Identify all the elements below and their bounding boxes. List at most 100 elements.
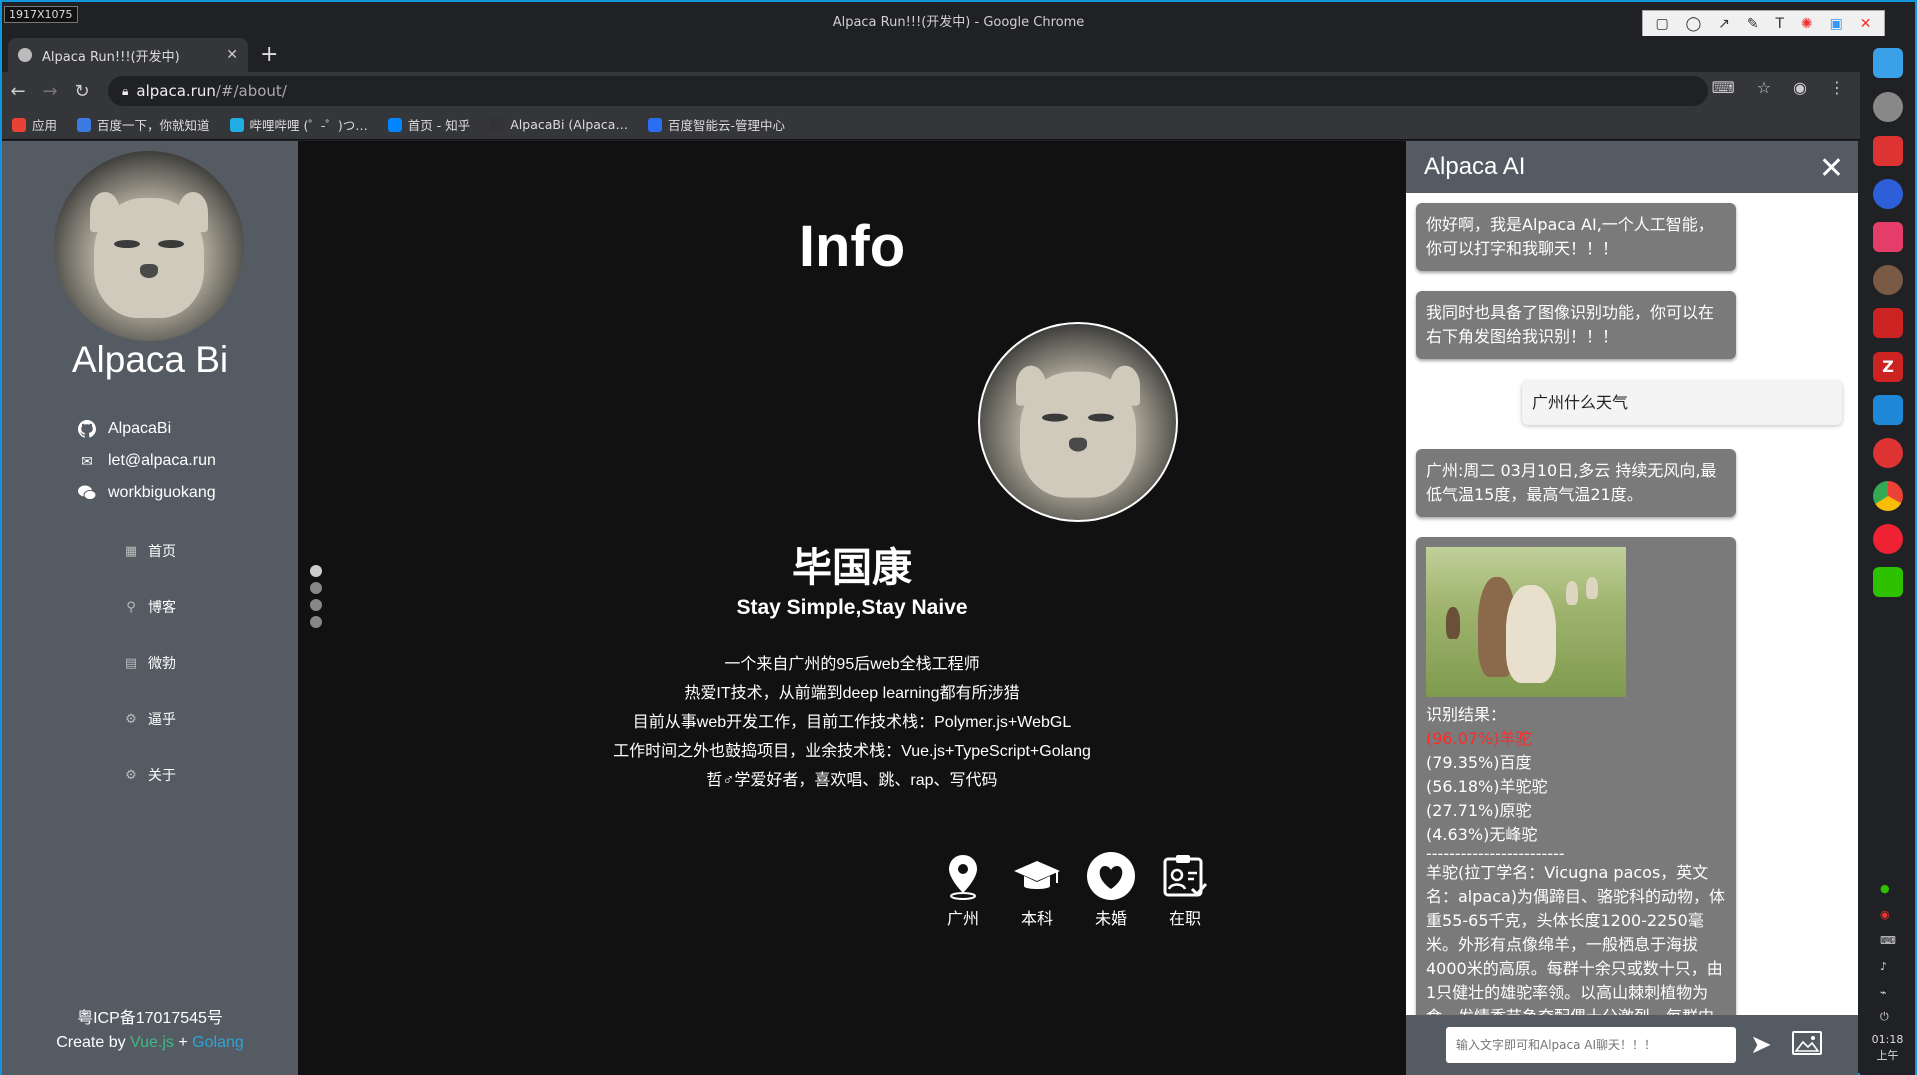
- network-icon[interactable]: ⌁: [1880, 986, 1896, 999]
- uploaded-alpaca-image[interactable]: [1426, 547, 1626, 697]
- volume-icon[interactable]: ♪: [1880, 960, 1896, 973]
- tray-music-icon[interactable]: ◉: [1880, 908, 1896, 921]
- tag-education: 本科: [1012, 851, 1062, 929]
- bookmarks-bar: 应用 百度一下，你就知道 哔哩哔哩 (゜-゜)つ… 首页 - 知乎 AlpacaBi (…: [2, 110, 1915, 140]
- filezilla-icon[interactable]: Z: [1873, 352, 1903, 382]
- menu-kebab-icon[interactable]: ⋮: [1829, 78, 1845, 97]
- chat-input[interactable]: [1446, 1027, 1736, 1063]
- wechat-app-icon[interactable]: [1873, 567, 1903, 597]
- sidebar-item-label: 逼乎: [148, 712, 176, 728]
- tab-close-icon[interactable]: ✕: [226, 47, 238, 63]
- address-bar: ← → ↻ 🔒︎ alpaca.run/#/about/ ⌨ ☆ ◉ ⋮: [2, 72, 1915, 110]
- power-icon[interactable]: ⏻: [1880, 1010, 1896, 1023]
- store-icon[interactable]: [1873, 48, 1903, 78]
- sidebar-item-blog[interactable]: ⚲ 博客: [124, 579, 176, 635]
- window-title: Alpaca Run!!!(开发中) - Google Chrome: [832, 15, 1085, 30]
- gear-icon: ⚙: [125, 711, 137, 727]
- steam-icon[interactable]: [1873, 92, 1903, 122]
- save-tool-icon[interactable]: ▣: [1830, 16, 1843, 32]
- bookmark-icon: [229, 117, 244, 132]
- screenshot-icon[interactable]: [1873, 222, 1903, 252]
- screenshot-toolbar: ▢ ◯ ↗ ✎ T ✺ ▣ ✕: [1642, 10, 1885, 38]
- graduation-cap-icon: [1014, 861, 1060, 889]
- bookmark-icon: [490, 117, 505, 132]
- vue-link[interactable]: Vue.js: [130, 1034, 174, 1051]
- icp-text[interactable]: 粤ICP备17017545号: [2, 1007, 298, 1031]
- contact-github[interactable]: AlpacaBi: [78, 413, 216, 445]
- document-icon: ▤: [124, 655, 138, 671]
- bookmark-item[interactable]: 首页 - 知乎: [387, 115, 470, 134]
- avatar: [54, 151, 244, 341]
- bookmark-label: AlpacaBi (Alpaca…: [510, 117, 628, 132]
- bookmark-label: 百度一下，你就知道: [97, 118, 210, 133]
- chat-message-bot: 你好啊，我是Alpaca AI,一个人工智能，你可以打字和我聊天！！！: [1416, 203, 1736, 271]
- sidebar-item-about[interactable]: ⚙ 关于: [124, 747, 176, 803]
- system-dock: Z ● ◉ ⌨ ♪ ⌁ ⏻ 01:18 上午: [1860, 36, 1915, 1075]
- send-icon[interactable]: ➤: [1750, 1030, 1772, 1060]
- translate-icon[interactable]: ⌨: [1712, 78, 1735, 97]
- settings-icon[interactable]: [1873, 524, 1903, 554]
- bookmark-item[interactable]: AlpacaBi (Alpaca…: [490, 117, 628, 132]
- recognition-separator: ------------------------: [1426, 847, 1565, 861]
- monitor-icon[interactable]: [1873, 179, 1903, 209]
- forward-icon[interactable]: →: [34, 81, 66, 102]
- sidebar-item-label: 首页: [148, 544, 176, 560]
- profile-bio: 一个来自广州的95后web全栈工程师 热爱IT技术，从前端到deep learn…: [298, 650, 1406, 795]
- terminal-icon[interactable]: [1873, 136, 1903, 166]
- sidebar-item-zhihu[interactable]: ⚙ 逼乎: [124, 691, 176, 747]
- mosaic-tool-icon[interactable]: ✺: [1801, 16, 1813, 32]
- bio-line: 热爱IT技术，从前端到deep learning都有所涉猎: [684, 685, 1020, 702]
- tray-wechat-icon[interactable]: ●: [1880, 882, 1896, 895]
- contact-list: AlpacaBi ✉ let@alpaca.run workbiguokang: [78, 413, 216, 509]
- sidebar-item-label: 博客: [148, 600, 176, 616]
- chat-messages[interactable]: 你好啊，我是Alpaca AI,一个人工智能，你可以打字和我聊天！！！ 我同时也…: [1406, 193, 1858, 1015]
- bookmark-label: 哔哩哔哩 (゜-゜)つ…: [249, 118, 368, 133]
- keyboard-icon[interactable]: ⌨: [1880, 934, 1896, 947]
- tab-bar: Alpaca Run!!!(开发中) ✕ +: [2, 36, 1915, 72]
- rectangle-tool-icon[interactable]: ▢: [1655, 16, 1668, 32]
- lock-icon: 🔒︎: [122, 83, 129, 98]
- profile-tags: 广州 本科 未婚 在职: [938, 851, 1210, 929]
- close-icon[interactable]: ✕: [1819, 151, 1844, 186]
- golang-link[interactable]: Golang: [192, 1034, 244, 1051]
- bio-line: 目前从事web开发工作，目前工作技术栈：Polymer.js+WebGL: [632, 714, 1072, 731]
- arrow-tool-icon[interactable]: ↗: [1718, 16, 1730, 32]
- chat-header: Alpaca AI ✕: [1406, 141, 1858, 193]
- reload-icon[interactable]: ↻: [66, 81, 98, 102]
- sidebar-item-home[interactable]: ▦ 首页: [124, 523, 176, 579]
- image-upload-icon[interactable]: [1792, 1031, 1822, 1055]
- netease-music-icon[interactable]: [1873, 438, 1903, 468]
- text-tool-icon[interactable]: T: [1775, 16, 1784, 32]
- new-tab-icon[interactable]: +: [260, 42, 278, 67]
- profile-icon[interactable]: ◉: [1793, 78, 1807, 97]
- contact-github-text: AlpacaBi: [108, 420, 172, 437]
- gimp-icon[interactable]: [1873, 265, 1903, 295]
- sidebar-item-weibo[interactable]: ▤ 微勃: [124, 635, 176, 691]
- bookmark-item[interactable]: 哔哩哔哩 (゜-゜)つ…: [229, 115, 368, 134]
- redis-icon[interactable]: [1873, 308, 1903, 338]
- circle-tool-icon[interactable]: ◯: [1686, 16, 1702, 32]
- contact-email[interactable]: ✉ let@alpaca.run: [78, 445, 216, 477]
- contact-wechat[interactable]: workbiguokang: [78, 477, 216, 509]
- sidebar: Alpaca Bi AlpacaBi ✉ let@alpaca.run work…: [2, 141, 298, 1075]
- pen-tool-icon[interactable]: ✎: [1747, 16, 1759, 32]
- bookmark-item[interactable]: 百度智能云-管理中心: [647, 115, 785, 134]
- chat-message-recognition: 识别结果： (96.07%)羊驼 (79.35%)百度 (56.18%)羊驼驼 …: [1416, 537, 1736, 1015]
- tag-employment: 在职: [1160, 851, 1210, 929]
- page-viewport: Alpaca Bi AlpacaBi ✉ let@alpaca.run work…: [2, 141, 1858, 1075]
- profile-motto: Stay Simple,Stay Naive: [736, 596, 968, 619]
- back-icon[interactable]: ←: [2, 81, 34, 102]
- bookmark-item[interactable]: 百度一下，你就知道: [77, 115, 210, 134]
- vscode-icon[interactable]: [1873, 395, 1903, 425]
- chrome-icon[interactable]: [1873, 481, 1903, 511]
- bookmark-item[interactable]: 应用: [12, 115, 57, 134]
- recognition-result: (79.35%)百度: [1426, 753, 1532, 772]
- cancel-tool-icon[interactable]: ✕: [1860, 16, 1872, 32]
- grid-icon: ▦: [124, 543, 138, 559]
- bio-line: 哲♂学爱好者，喜欢唱、跳、rap、写代码: [706, 772, 998, 789]
- tag-label: 在职: [1168, 911, 1201, 928]
- tab-alpaca-run[interactable]: Alpaca Run!!!(开发中) ✕: [8, 38, 248, 72]
- url-input[interactable]: 🔒︎ alpaca.run/#/about/: [108, 76, 1708, 106]
- bookmark-icon: [12, 117, 26, 132]
- star-icon[interactable]: ☆: [1757, 78, 1771, 97]
